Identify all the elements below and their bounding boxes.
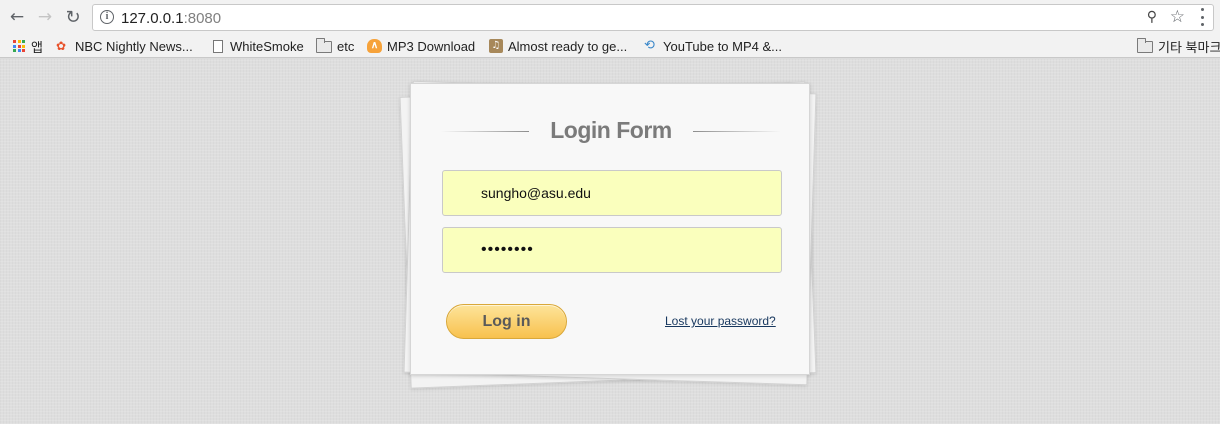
bookmark-star-icon[interactable]: ☆ <box>1170 7 1185 27</box>
music-note-icon: ♫ <box>489 39 503 53</box>
back-icon[interactable]: ← <box>7 7 27 27</box>
document-icon <box>213 39 223 53</box>
bookmark-whitesmoke[interactable]: WhiteSmoke <box>211 38 304 54</box>
bookmark-label: YouTube to MP4 &... <box>663 38 782 54</box>
page-content: Login Form Log in Lost your password? <box>0 59 1220 424</box>
forward-icon[interactable]: → <box>35 7 55 27</box>
bookmark-label: 앱 <box>31 39 43 55</box>
bookmark-label: NBC Nightly News... <box>75 38 193 54</box>
bookmark-apps[interactable]: 앱 <box>12 38 43 55</box>
bookmark-nbc[interactable]: ✿ NBC Nightly News... <box>56 38 193 54</box>
bookmarks-bar: 앱 ✿ NBC Nightly News... WhiteSmoke etc ∧… <box>0 34 1220 58</box>
url-text[interactable]: 127.0.0.1:8080 <box>121 10 221 27</box>
folder-icon <box>1137 38 1153 53</box>
apps-grid-icon <box>12 39 26 53</box>
bookmark-etc[interactable]: etc <box>316 38 354 54</box>
key-icon[interactable]: ⚲ <box>1147 9 1157 25</box>
address-bar[interactable]: i 127.0.0.1:8080 ⚲ ☆ <box>92 4 1214 31</box>
lost-password-link[interactable]: Lost your password? <box>665 314 776 328</box>
url-port: :8080 <box>183 10 222 27</box>
bookmark-label: MP3 Download <box>387 38 476 54</box>
browser-menu-icon[interactable] <box>1196 8 1208 26</box>
bookmark-label: Almost ready to ge... <box>508 38 628 54</box>
browser-toolbar: ← → ↻ i 127.0.0.1:8080 ⚲ ☆ <box>0 0 1220 34</box>
login-button[interactable]: Log in <box>446 304 567 339</box>
url-host: 127.0.0.1 <box>121 10 184 27</box>
swirl-icon: ⟲ <box>644 38 655 53</box>
title-divider <box>693 131 781 132</box>
email-field[interactable] <box>442 170 782 216</box>
bookmark-label: WhiteSmoke <box>230 38 304 54</box>
bookmark-youtube-mp4[interactable]: ⟲ YouTube to MP4 &... <box>644 38 782 54</box>
password-field[interactable] <box>442 227 782 273</box>
nbc-peacock-icon: ✿ <box>56 39 67 53</box>
bookmark-other[interactable]: 기타 북마크 <box>1137 38 1220 55</box>
login-form: Login Form Log in Lost your password? <box>410 83 810 375</box>
bookmark-almost-ready[interactable]: ♫ Almost ready to ge... <box>489 38 627 54</box>
bookmark-mp3-download[interactable]: ∧ MP3 Download <box>367 38 475 54</box>
bookmark-label: 기타 북마크 <box>1158 39 1220 55</box>
info-icon[interactable]: i <box>100 10 114 24</box>
reload-icon[interactable]: ↻ <box>63 7 83 28</box>
bookmark-label: etc <box>337 38 355 54</box>
mp3-icon: ∧ <box>367 39 382 53</box>
folder-icon <box>316 38 332 53</box>
